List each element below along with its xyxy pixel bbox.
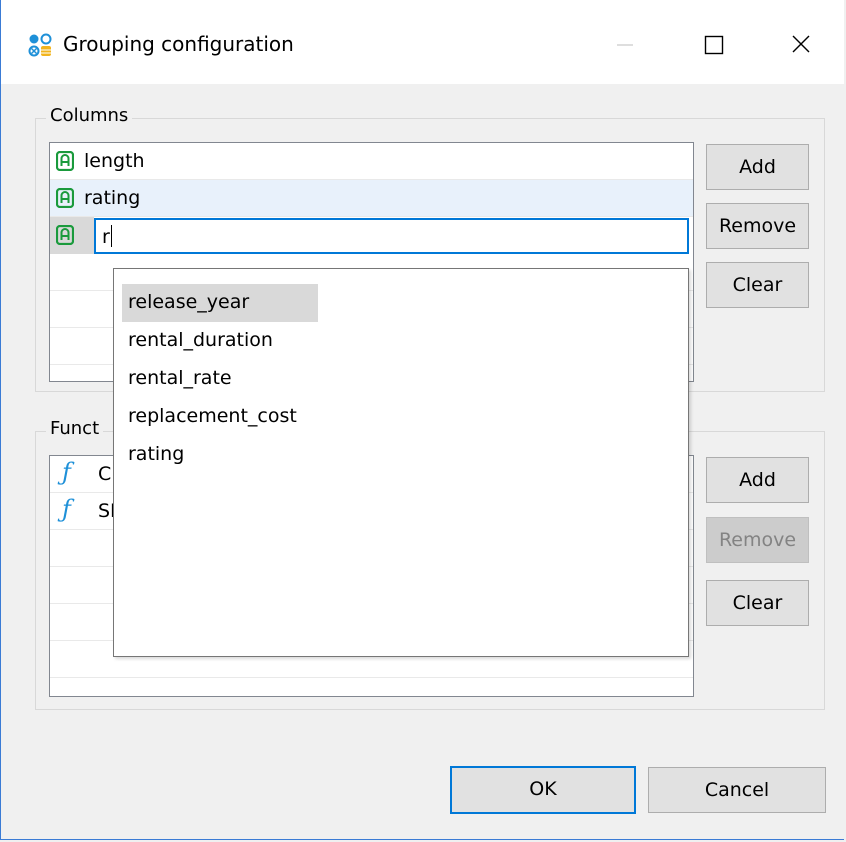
columns-clear-button[interactable]: Clear (706, 262, 809, 308)
text-caret (110, 225, 112, 247)
functions-group-label: Funct (46, 418, 104, 439)
column-row[interactable]: length (50, 143, 693, 180)
columns-add-button[interactable]: Add (706, 144, 809, 190)
grouping-dialog: Grouping configuration Columns length ra… (0, 0, 844, 840)
column-edit-row[interactable]: r (50, 217, 693, 254)
text-attribute-icon (55, 150, 75, 172)
text-attribute-icon (55, 187, 75, 209)
close-icon[interactable] (773, 22, 829, 68)
autocomplete-popup[interactable]: release_year rental_duration rental_rate… (113, 268, 689, 657)
functions-remove-button: Remove (706, 517, 809, 563)
autocomplete-option[interactable]: release_year (122, 284, 318, 322)
cancel-button[interactable]: Cancel (648, 767, 826, 813)
columns-remove-button[interactable]: Remove (706, 203, 809, 249)
grouping-icon (28, 33, 52, 57)
ok-button[interactable]: OK (450, 766, 636, 814)
text-attribute-icon (55, 224, 75, 246)
column-label: length (84, 150, 145, 172)
column-name-input-value: r (102, 226, 110, 248)
function-icon: ƒ (62, 495, 71, 523)
column-name-input[interactable]: r (94, 218, 689, 254)
autocomplete-option[interactable]: rental_rate (122, 360, 232, 398)
functions-clear-button[interactable]: Clear (706, 580, 809, 626)
columns-group-label: Columns (46, 105, 133, 126)
function-label: C (98, 463, 112, 485)
column-label: rating (84, 187, 141, 209)
maximize-icon[interactable] (686, 22, 742, 68)
title-bar: Grouping configuration (1, 0, 844, 84)
minimize-icon[interactable] (597, 22, 653, 68)
column-row[interactable]: rating (50, 180, 693, 217)
function-icon: ƒ (62, 458, 71, 486)
window-title: Grouping configuration (63, 32, 294, 56)
functions-add-button[interactable]: Add (706, 457, 809, 503)
autocomplete-option[interactable]: replacement_cost (122, 398, 297, 436)
autocomplete-option[interactable]: rental_duration (122, 322, 273, 360)
autocomplete-option[interactable]: rating (122, 436, 184, 474)
